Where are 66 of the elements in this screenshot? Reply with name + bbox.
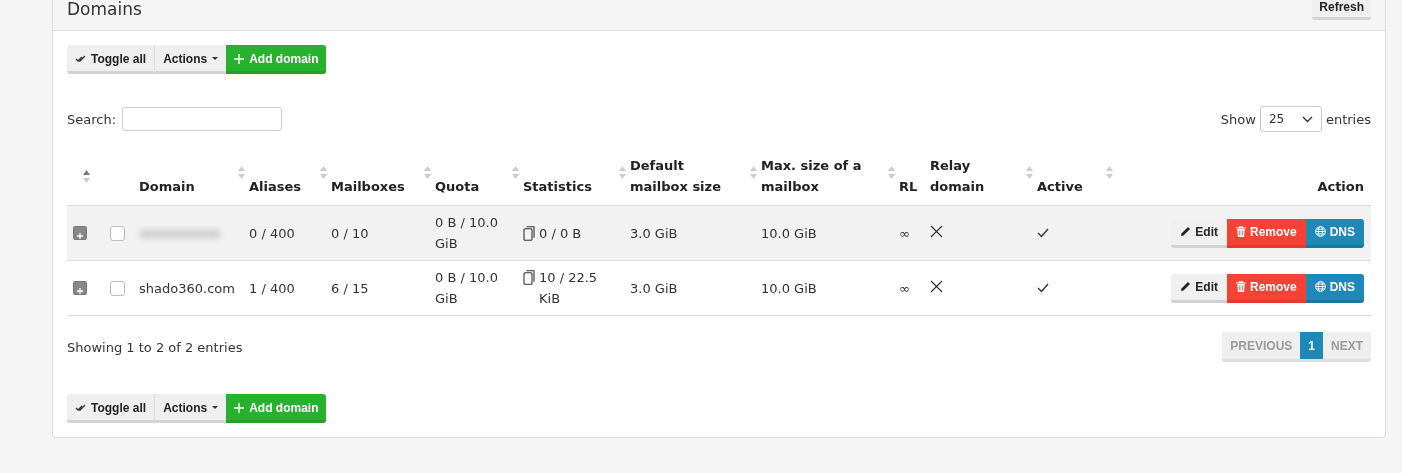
table-info: Showing 1 to 2 of 2 entries (67, 339, 243, 355)
toggle-all-button[interactable]: Toggle all (67, 45, 156, 74)
entries-label: entries (1325, 111, 1371, 127)
page-button[interactable]: 1 (1300, 332, 1323, 359)
files-icon (523, 225, 535, 241)
column-header[interactable]: Active (1037, 176, 1099, 197)
column-header[interactable]: Aliases (249, 176, 313, 197)
max-size: 10.0 GiB (761, 225, 817, 241)
column-header: RL (899, 178, 919, 196)
expand-button[interactable] (73, 281, 87, 295)
checkbox[interactable] (110, 225, 125, 241)
remove-button[interactable]: Remove (1226, 273, 1306, 303)
aliases-count: 0 / 400 (249, 225, 295, 241)
globe-icon (1314, 226, 1326, 237)
refresh-button[interactable]: Refresh (1312, 0, 1371, 20)
rate-limit-value: ∞ (899, 225, 910, 241)
plus-icon (234, 402, 245, 413)
mailboxes-count: 0 / 10 (331, 225, 369, 241)
expand-button[interactable] (73, 226, 87, 240)
default-size: 3.0 GiB (630, 280, 678, 296)
globe-icon (1314, 281, 1326, 292)
plus-icon (234, 53, 245, 64)
double-check-icon (75, 403, 86, 412)
toggle-all-button[interactable]: Toggle all (67, 394, 156, 423)
rate-limit-value: ∞ (899, 280, 910, 296)
trash-icon (1235, 281, 1246, 292)
page-length-select[interactable]: 25 (1259, 106, 1322, 132)
panel-title: Domains (67, 0, 142, 19)
aliases-count: 1 / 400 (249, 280, 295, 296)
caret-icon (212, 57, 219, 60)
column-header[interactable]: Quota (435, 176, 505, 197)
caret-icon (212, 406, 219, 409)
show-label: Show (1220, 111, 1256, 127)
column-header[interactable]: Default mailbox size (630, 155, 743, 197)
dns-button[interactable]: DNS (1305, 218, 1364, 248)
chevron-down-icon (1301, 115, 1313, 123)
search-label: Search: (67, 111, 117, 127)
pencil-icon (1180, 281, 1192, 292)
column-header: Action (1316, 178, 1364, 196)
domain-name: shado360.com (139, 280, 235, 296)
trash-icon (1235, 226, 1246, 237)
column-header[interactable]: Domain (139, 176, 231, 197)
mailboxes-count: 6 / 15 (331, 280, 369, 296)
max-size: 10.0 GiB (761, 280, 817, 296)
dns-button[interactable]: DNS (1305, 273, 1364, 303)
edit-button[interactable]: Edit (1171, 273, 1227, 303)
pencil-icon (1180, 226, 1192, 237)
column-header[interactable]: Statistics (523, 176, 612, 197)
plus-icon (74, 285, 86, 297)
quota-value: 0 B / 10.0 GiB (435, 215, 498, 251)
sort-icon[interactable] (83, 170, 90, 183)
plus-icon (74, 230, 86, 242)
default-size: 3.0 GiB (630, 225, 678, 241)
statistics-value: 0 / 0 B (539, 224, 582, 243)
statistics-value: 10 / 22.5 KiB (539, 269, 599, 308)
column-header[interactable]: Relay domain (930, 155, 1019, 197)
checkbox[interactable] (110, 280, 125, 296)
remove-button[interactable]: Remove (1226, 218, 1306, 248)
files-icon (523, 270, 535, 285)
search-field[interactable] (122, 107, 283, 131)
column-header[interactable]: Max. size of a mailbox (761, 155, 881, 197)
column-header[interactable]: Mailboxes (331, 176, 417, 197)
double-check-icon (75, 54, 86, 63)
actions-dropdown[interactable]: Actions (155, 45, 227, 74)
actions-dropdown[interactable]: Actions (155, 394, 227, 423)
quota-value: 0 B / 10.0 GiB (435, 270, 498, 306)
